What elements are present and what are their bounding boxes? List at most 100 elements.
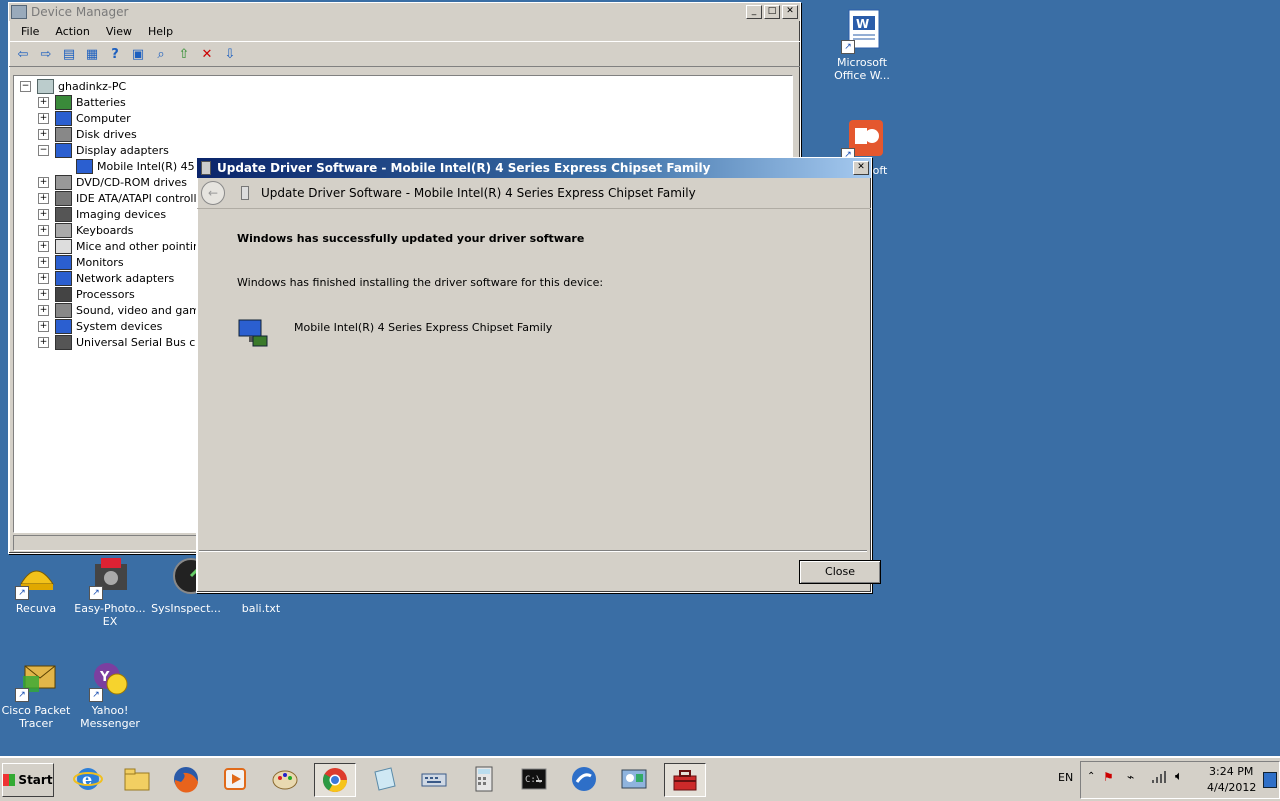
window-title: Device Manager [31, 5, 129, 19]
collapse-icon[interactable]: − [20, 80, 31, 92]
back-button[interactable]: ← [201, 181, 225, 205]
control-panel-icon [621, 769, 647, 789]
expand-icon[interactable]: + [38, 240, 49, 252]
expand-icon[interactable]: + [38, 96, 49, 108]
expand-icon[interactable]: + [38, 208, 49, 220]
device-category-icon [55, 302, 72, 318]
tree-category[interactable]: + Batteries [20, 94, 792, 110]
view-icon[interactable]: ▣ [128, 45, 148, 63]
shortcut-arrow-icon: ↗ [89, 586, 103, 600]
desktop-icon-cisco[interactable]: ↗ Cisco Packet Tracer [0, 656, 72, 730]
taskbar-media-player[interactable] [215, 763, 255, 795]
device-category-icon [55, 174, 72, 190]
expand-icon[interactable]: + [38, 224, 49, 236]
expand-icon[interactable]: + [38, 272, 49, 284]
blue-circle-app-icon [572, 767, 596, 791]
collapse-icon[interactable]: − [38, 144, 49, 156]
update-driver-icon[interactable]: ⇧ [174, 45, 194, 63]
expand-icon[interactable]: + [38, 192, 49, 204]
menu-view[interactable]: View [98, 25, 140, 38]
taskbar-onscreen-keyboard[interactable] [414, 763, 454, 795]
tree-item-label: Mobile Intel(R) 45 Ex [97, 159, 212, 173]
clock-date[interactable]: 4/4/2012 [1207, 781, 1256, 794]
tree-item-label: System devices [76, 319, 163, 333]
minimize-button[interactable]: _ [746, 5, 762, 19]
update-driver-dialog: Update Driver Software - Mobile Intel(R)… [196, 157, 881, 593]
device-category-icon [55, 142, 72, 158]
expand-icon[interactable]: + [38, 112, 49, 124]
device-category-icon [55, 254, 72, 270]
desktop-icon-recuva[interactable]: ↗ Recuva [0, 554, 72, 615]
notes-icon [374, 767, 396, 791]
close-window-button[interactable]: ✕ [782, 5, 798, 19]
taskbar-app-blue[interactable] [564, 763, 604, 795]
network-signal-icon[interactable] [1151, 770, 1167, 787]
taskbar-notes[interactable] [364, 763, 404, 795]
language-indicator[interactable]: EN [1058, 771, 1073, 784]
taskbar-ie[interactable]: e [68, 763, 108, 795]
disable-icon[interactable]: ⇩ [220, 45, 240, 63]
maximize-button[interactable]: □ [764, 5, 780, 19]
taskbar-paint[interactable] [265, 763, 305, 795]
menu-file[interactable]: File [13, 25, 47, 38]
tree-root[interactable]: − ghadinkz-PC [20, 78, 792, 94]
tree-category[interactable]: + Computer [20, 110, 792, 126]
action-center-flag-icon[interactable]: ⚑ [1103, 770, 1114, 784]
back-arrow-icon[interactable]: ⇦ [13, 45, 33, 63]
scan-hardware-icon[interactable]: ⌕ [151, 45, 171, 63]
expand-icon[interactable]: + [38, 256, 49, 268]
start-label: Start [18, 773, 53, 787]
shortcut-arrow-icon: ↗ [841, 40, 855, 54]
volume-icon[interactable]: 🔈︎ [1175, 769, 1183, 784]
menu-action[interactable]: Action [47, 25, 97, 38]
dialog-titlebar[interactable]: Update Driver Software - Mobile Intel(R)… [197, 158, 871, 178]
expand-icon[interactable]: + [38, 336, 49, 348]
properties-icon[interactable]: ▦ [82, 45, 102, 63]
desktop-icon-yahoo[interactable]: Y ↗ Yahoo! Messenger [74, 656, 146, 730]
taskbar-cmd[interactable]: C:\ [514, 763, 554, 795]
dialog-content: Windows has successfully updated your dr… [199, 210, 867, 548]
show-hide-tree-icon[interactable]: ▤ [59, 45, 79, 63]
tree-item-label: Processors [76, 287, 135, 301]
taskbar-chrome[interactable] [314, 763, 356, 797]
tree-item-label: DVD/CD-ROM drives [76, 175, 187, 189]
cisco-packet-tracer-icon: ↗ [13, 656, 59, 702]
device-manager-titlebar[interactable]: Device Manager _ □ ✕ [9, 3, 800, 21]
taskbar-control-panel[interactable] [614, 763, 654, 795]
menu-help[interactable]: Help [140, 25, 181, 38]
help-icon[interactable]: ? [105, 45, 125, 63]
taskbar-explorer[interactable] [117, 763, 157, 795]
desktop-icon-label: Microsoft Office W... [834, 56, 890, 82]
expand-icon[interactable]: + [38, 304, 49, 316]
forward-arrow-icon[interactable]: ⇨ [36, 45, 56, 63]
expand-icon[interactable]: + [38, 176, 49, 188]
uninstall-icon[interactable]: ✕ [197, 45, 217, 63]
desktop-icon-word[interactable]: W ↗ Microsoft Office W... [826, 8, 898, 82]
device-category-icon [55, 270, 72, 286]
device-category-icon [55, 190, 72, 206]
expand-icon[interactable]: + [38, 288, 49, 300]
taskbar-calculator[interactable] [464, 763, 504, 795]
taskbar-device-manager[interactable] [664, 763, 706, 797]
expand-icon[interactable]: + [38, 128, 49, 140]
tree-category[interactable]: + Disk drives [20, 126, 792, 142]
chrome-icon [322, 768, 347, 793]
clock-time[interactable]: 3:24 PM [1209, 765, 1253, 778]
start-button[interactable]: Start [2, 763, 54, 797]
close-button[interactable]: Close [799, 560, 881, 584]
dialog-close-x-button[interactable]: ✕ [853, 161, 869, 175]
taskbar: Start e C:\ EN ⌃ ⚑ ⌁ 🔈︎ 3:24 PM 4/4/2012 [0, 756, 1280, 801]
tree-item-label: Computer [76, 111, 131, 125]
desktop-icon-easyphoto[interactable]: ↗ Easy-Photo... EX [74, 554, 146, 628]
taskbar-firefox[interactable] [166, 763, 206, 795]
device-manager-icon [11, 5, 27, 19]
expand-icon[interactable]: + [38, 320, 49, 332]
shortcut-arrow-icon: ↗ [15, 688, 29, 702]
tree-category[interactable]: − Display adapters [20, 142, 792, 158]
calculator-icon [475, 766, 493, 792]
show-hidden-icons-icon[interactable]: ⌃ [1087, 771, 1095, 782]
finished-text: Windows has finished installing the driv… [237, 276, 604, 289]
windows-logo-icon [3, 774, 16, 786]
show-desktop-icon[interactable] [1263, 772, 1277, 788]
power-icon[interactable]: ⌁ [1127, 770, 1134, 784]
